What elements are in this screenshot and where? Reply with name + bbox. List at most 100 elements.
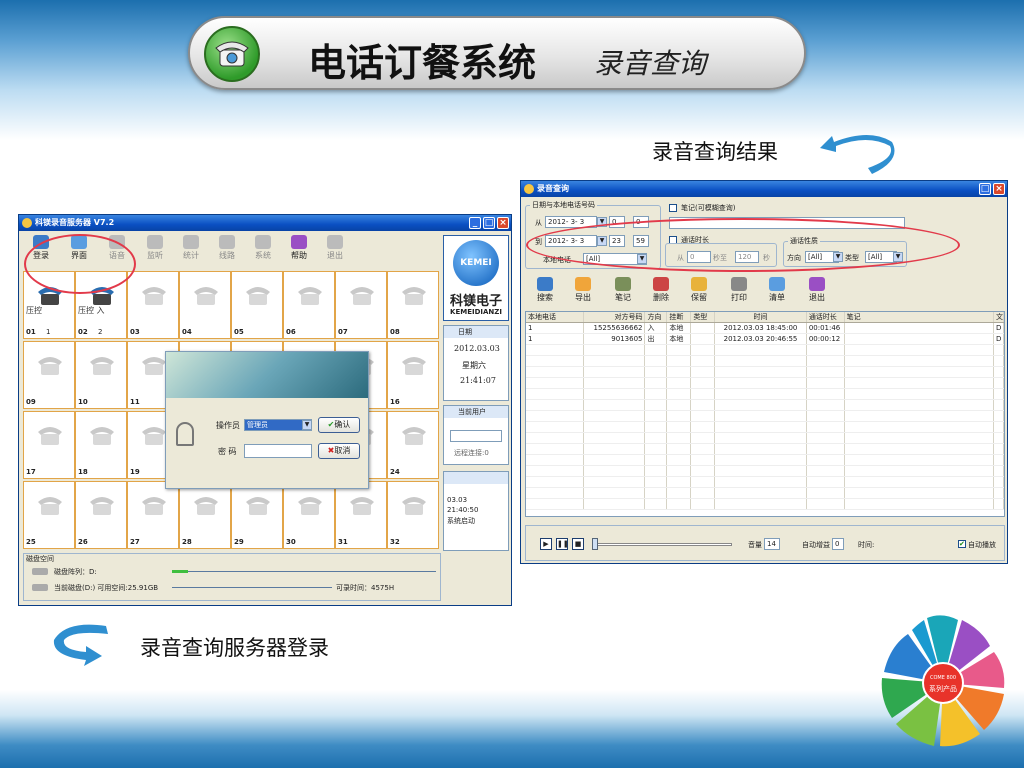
volume-input[interactable]: 14 [764,538,780,550]
cancel-button[interactable]: ✖取消 [318,443,360,459]
autoplay-checkbox[interactable]: ✔ [958,540,966,548]
password-input[interactable] [244,444,312,458]
toolbar-stats[interactable]: 统计 [175,235,207,261]
minimize-button[interactable]: _ [469,217,481,229]
table-cell [715,499,807,509]
channel-cell[interactable]: 10 [75,341,127,409]
table-cell [584,433,646,443]
toolbar-system[interactable]: 系统 [247,235,279,261]
delete-button[interactable]: 删除 [645,277,677,303]
col-time[interactable]: 时间 [715,312,807,322]
table-row[interactable]: 1 15255636662 入本地 2012.03.03 18:45:00 00:01:… [526,323,1004,334]
table-row[interactable] [526,422,1004,433]
col-file[interactable]: 文 [994,312,1004,322]
toolbar-monitor[interactable]: 监听 [139,235,171,261]
channel-cell[interactable]: 07 [335,271,387,339]
channel-cell[interactable]: 24 [387,411,439,479]
confirm-button[interactable]: ✔确认 [318,417,360,433]
lines-icon [219,235,235,249]
toolbar-lines[interactable]: 线路 [211,235,243,261]
channel-cell[interactable]: 26 [75,481,127,549]
stop-icon[interactable]: ■ [572,538,584,550]
table-row[interactable] [526,367,1004,378]
table-row[interactable] [526,389,1004,400]
print-button[interactable]: 打印 [723,277,755,303]
table-row[interactable] [526,378,1004,389]
channel-cell[interactable]: 25 [23,481,75,549]
channel-cell[interactable]: 30 [283,481,335,549]
table-row[interactable] [526,444,1004,455]
channel-cell[interactable]: 16 [387,341,439,409]
col-note[interactable]: 笔记 [845,312,994,322]
telephone-icon [38,427,62,445]
toolbar-exit[interactable]: 退出 [319,235,351,261]
channel-cell[interactable]: 06 [283,271,335,339]
close-button[interactable]: × [497,217,509,229]
channel-cell[interactable]: 29 [231,481,283,549]
channel-cell[interactable]: 27 [127,481,179,549]
table-cell [994,488,1004,498]
chevron-down-icon[interactable]: ▼ [302,420,312,430]
table-row[interactable]: 1 9013605 出本地 2012.03.03 20:46:55 00:00:12 D [526,334,1004,345]
channel-cell[interactable]: 08 [387,271,439,339]
col-direction[interactable]: 方向 [645,312,668,322]
table-row[interactable] [526,400,1004,411]
maximize-button[interactable]: □ [483,217,495,229]
channel-cell[interactable]: 17 [23,411,75,479]
note-button[interactable]: 笔记 [607,277,639,303]
table-row[interactable] [526,345,1004,356]
col-duration[interactable]: 通话时长 [807,312,845,322]
close-button[interactable]: × [993,183,1005,195]
table-row[interactable] [526,477,1004,488]
table-row[interactable] [526,455,1004,466]
table-cell [645,400,668,410]
pause-icon[interactable]: ❚❚ [556,538,569,550]
table-row[interactable] [526,433,1004,444]
channel-number: 28 [182,538,192,546]
gain-input[interactable]: 0 [832,538,844,550]
channel-cell[interactable]: 04 [179,271,231,339]
channel-cell[interactable]: 03 [127,271,179,339]
table-row[interactable] [526,488,1004,499]
col-local-phone[interactable]: 本地电话 [526,312,584,322]
channel-cell[interactable]: 31 [335,481,387,549]
channel-cell[interactable]: 09 [23,341,75,409]
col-hangup[interactable]: 挂断 [667,312,692,322]
table-cell [645,367,668,377]
maximize-button[interactable]: □ [979,183,991,195]
keep-button[interactable]: 保留 [683,277,715,303]
telephone-icon [90,497,114,515]
channel-cell[interactable]: 05 [231,271,283,339]
table-row[interactable] [526,411,1004,422]
channel-number: 09 [26,398,36,406]
channel-cell[interactable]: 28 [179,481,231,549]
table-row[interactable] [526,499,1004,510]
search-button[interactable]: 搜索 [529,277,561,303]
col-remote-number[interactable]: 对方号码 [584,312,646,322]
channel-cell[interactable]: 32 [387,481,439,549]
delete-icon [653,277,669,291]
gear-icon [255,235,271,249]
export-button[interactable]: 导出 [567,277,599,303]
toolbar-help[interactable]: 帮助 [283,235,315,261]
channel-number: 06 [286,328,296,336]
table-cell [807,433,845,443]
playback-slider[interactable] [592,543,732,546]
login-dialog: 操作员 管理员 ▼ 密 码 ✔确认 ✖取消 [165,351,369,489]
telephone-icon [204,26,260,82]
channel-cell[interactable]: 18 [75,411,127,479]
exit-button[interactable]: 退出 [801,277,833,303]
table-row[interactable] [526,356,1004,367]
channel-number: 29 [234,538,244,546]
table-cell [691,455,716,465]
col-type[interactable]: 类型 [691,312,716,322]
note-checkbox[interactable] [669,204,677,212]
slider-thumb[interactable] [592,538,598,550]
table-row[interactable] [526,466,1004,477]
list-button[interactable]: 清单 [761,277,793,303]
table-cell [845,455,994,465]
play-icon[interactable]: ▶ [540,538,552,550]
array-bar [172,571,436,572]
table-cell [584,356,646,366]
current-user-field [450,430,502,442]
